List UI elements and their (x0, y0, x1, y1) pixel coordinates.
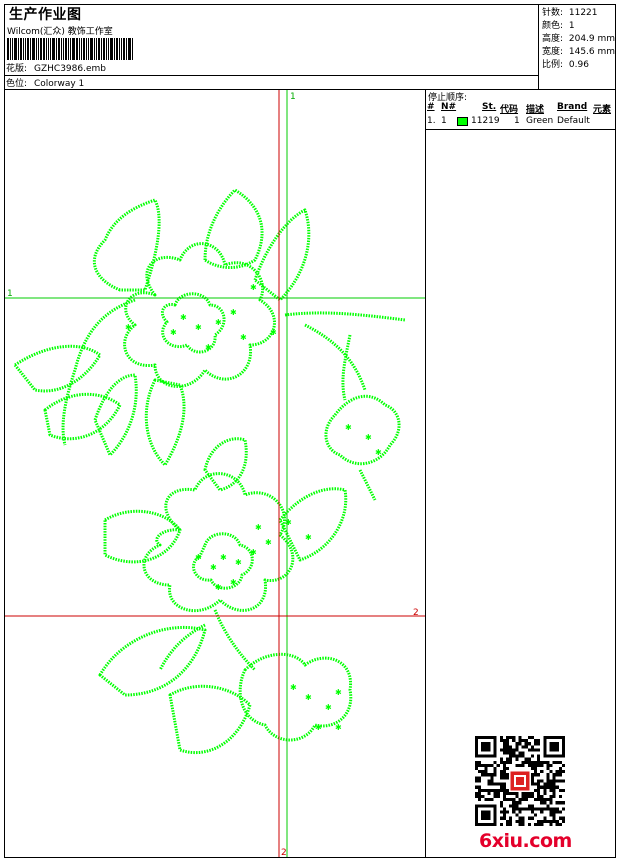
header-divider (5, 75, 539, 76)
star-accent: ✱ (290, 683, 297, 692)
lower-leaf-left (103, 509, 182, 564)
star-accent: ✱ (250, 283, 257, 292)
stat-colors-label: 颜色: (542, 21, 564, 31)
left-stem (61, 298, 136, 446)
design-preview: ✱ ✱ ✱ ✱ ✱ ✱ ✱ ✱ ✱ ✱ ✱ ✱ ✱ ✱ ✱ ✱ ✱ ✱ ✱ ✱ ✱ ✱ ✱ ✱ ✱ ✱ ✱ ✱ ✱ ✱ 1 1 2 2 (5, 90, 426, 857)
colorway-label: 色位: (6, 79, 28, 89)
upper-leaf-top (203, 188, 264, 269)
star-accent: ✱ (195, 323, 202, 332)
guide-h2-label: 2 (413, 608, 419, 618)
star-accent: ✱ (285, 518, 292, 527)
star-accent: ✱ (255, 523, 262, 532)
star-accent: ✱ (325, 703, 332, 712)
star-accent: ✱ (230, 578, 237, 587)
stop-sequence-divider (426, 129, 615, 130)
upper-leaf-bottom (144, 378, 186, 467)
star-accent: ✱ (365, 433, 372, 442)
stat-height: 高度: 204.9 mm (542, 31, 615, 44)
star-accent: ✱ (315, 723, 322, 732)
col-element: 元素 (593, 105, 612, 115)
bottom-stem (158, 609, 257, 672)
star-accent: ✱ (375, 448, 382, 457)
star-accent: ✱ (235, 558, 242, 567)
stat-stitches-label: 针数: (542, 8, 564, 18)
row-brand: Default (557, 116, 590, 126)
guide-v1-label: 1 (290, 92, 296, 102)
upper-leaf-left (92, 198, 161, 292)
watermark-logo: 6xiu.com (479, 830, 572, 852)
stat-height-value: 204.9 mm (568, 34, 616, 44)
right-branch (284, 311, 406, 401)
star-accent: ✱ (345, 423, 352, 432)
star-accent: ✱ (180, 313, 187, 322)
star-accent: ✱ (335, 688, 342, 697)
star-accent: ✱ (125, 323, 132, 332)
row-code: 1 (514, 116, 520, 126)
barcode (7, 38, 155, 60)
stat-colors-value: 1 (568, 21, 575, 31)
stat-width-value: 145.6 mm (568, 47, 616, 57)
stat-scale-label: 比例: (542, 60, 564, 70)
row-num: 1. (427, 116, 436, 126)
star-accent: ✱ (195, 553, 202, 562)
star-accent: ✱ (220, 553, 227, 562)
design-file-label: 花版: (6, 64, 28, 74)
header-info: 生产作业图 Wilcom(汇众) 教饰工作室 花版: GZHC3986.emb 色… (5, 5, 539, 89)
col-st: St. (482, 102, 497, 112)
colorway-value: Colorway 1 (34, 79, 85, 89)
design-file-name: GZHC3986.emb (34, 64, 106, 74)
colorway-line: 色位: Colorway 1 (6, 76, 84, 89)
star-accent: ✱ (240, 333, 247, 342)
stat-scale: 比例: 0.96 (542, 57, 589, 70)
star-accent: ✱ (230, 308, 237, 317)
col-desc: 描述 (526, 105, 545, 115)
production-worksheet: 生产作业图 Wilcom(汇众) 教饰工作室 花版: GZHC3986.emb 色… (4, 4, 616, 858)
star-accent: ✱ (305, 533, 312, 542)
embroidery-design: ✱✱✱✱✱✱✱✱✱✱✱✱✱✱✱✱✱✱✱✱✱✱✱✱ ✱✱✱✱✱✱ 1 1 2 2 (5, 90, 425, 857)
col-code: 代码 (500, 105, 519, 115)
upper-flower-outline (123, 242, 276, 388)
star-accent: ✱ (205, 343, 212, 352)
star-accent: ✱ (250, 548, 257, 557)
bottom-leaf-left (98, 625, 207, 697)
guide-h1-label: 1 (7, 289, 13, 299)
stat-stitches: 针数: 11221 (542, 5, 598, 18)
bottom-leaf-center (168, 684, 252, 755)
design-file-line: 花版: GZHC3986.emb (6, 61, 106, 74)
col-brand: Brand (557, 102, 588, 112)
col-num: # (427, 102, 435, 112)
stat-height-label: 高度: (542, 34, 564, 44)
row-n: 1 (441, 116, 447, 126)
row-desc: Green (526, 116, 554, 126)
bell-flower (324, 394, 401, 501)
star-accent: ✱ (210, 563, 217, 572)
star-accent: ✱ (270, 328, 277, 337)
star-accent: ✱ (215, 583, 222, 592)
stat-width: 宽度: 145.6 mm (542, 44, 615, 57)
stat-stitches-value: 11221 (568, 8, 598, 18)
stat-colors: 颜色: 1 (542, 18, 575, 31)
star-accent: ✱ (335, 723, 342, 732)
stat-width-label: 宽度: (542, 47, 564, 57)
star-accent: ✱ (265, 538, 272, 547)
stats-panel: 针数: 11221 颜色: 1 高度: 204.9 mm 宽度: 145.6 m… (539, 5, 615, 89)
lower-leaf-top (203, 437, 248, 492)
qr-code (475, 736, 565, 826)
row-st: 11219 (471, 116, 500, 126)
guide-v2-label: 2 (281, 848, 287, 857)
star-accent: ✱ (215, 318, 222, 327)
page-title: 生产作业图 (9, 7, 82, 23)
star-accent: ✱ (170, 328, 177, 337)
stop-sequence-header: # N# St. 代码 描述 Brand 元素 (426, 102, 615, 115)
col-n: N# (441, 102, 457, 112)
software-studio-label: Wilcom(汇众) 教饰工作室 (7, 27, 113, 37)
thread-color-swatch (457, 117, 468, 126)
stat-scale-value: 0.96 (568, 60, 589, 70)
stop-sequence-row: 1. 1 11219 1 Green Default (426, 116, 615, 129)
star-accent: ✱ (305, 693, 312, 702)
